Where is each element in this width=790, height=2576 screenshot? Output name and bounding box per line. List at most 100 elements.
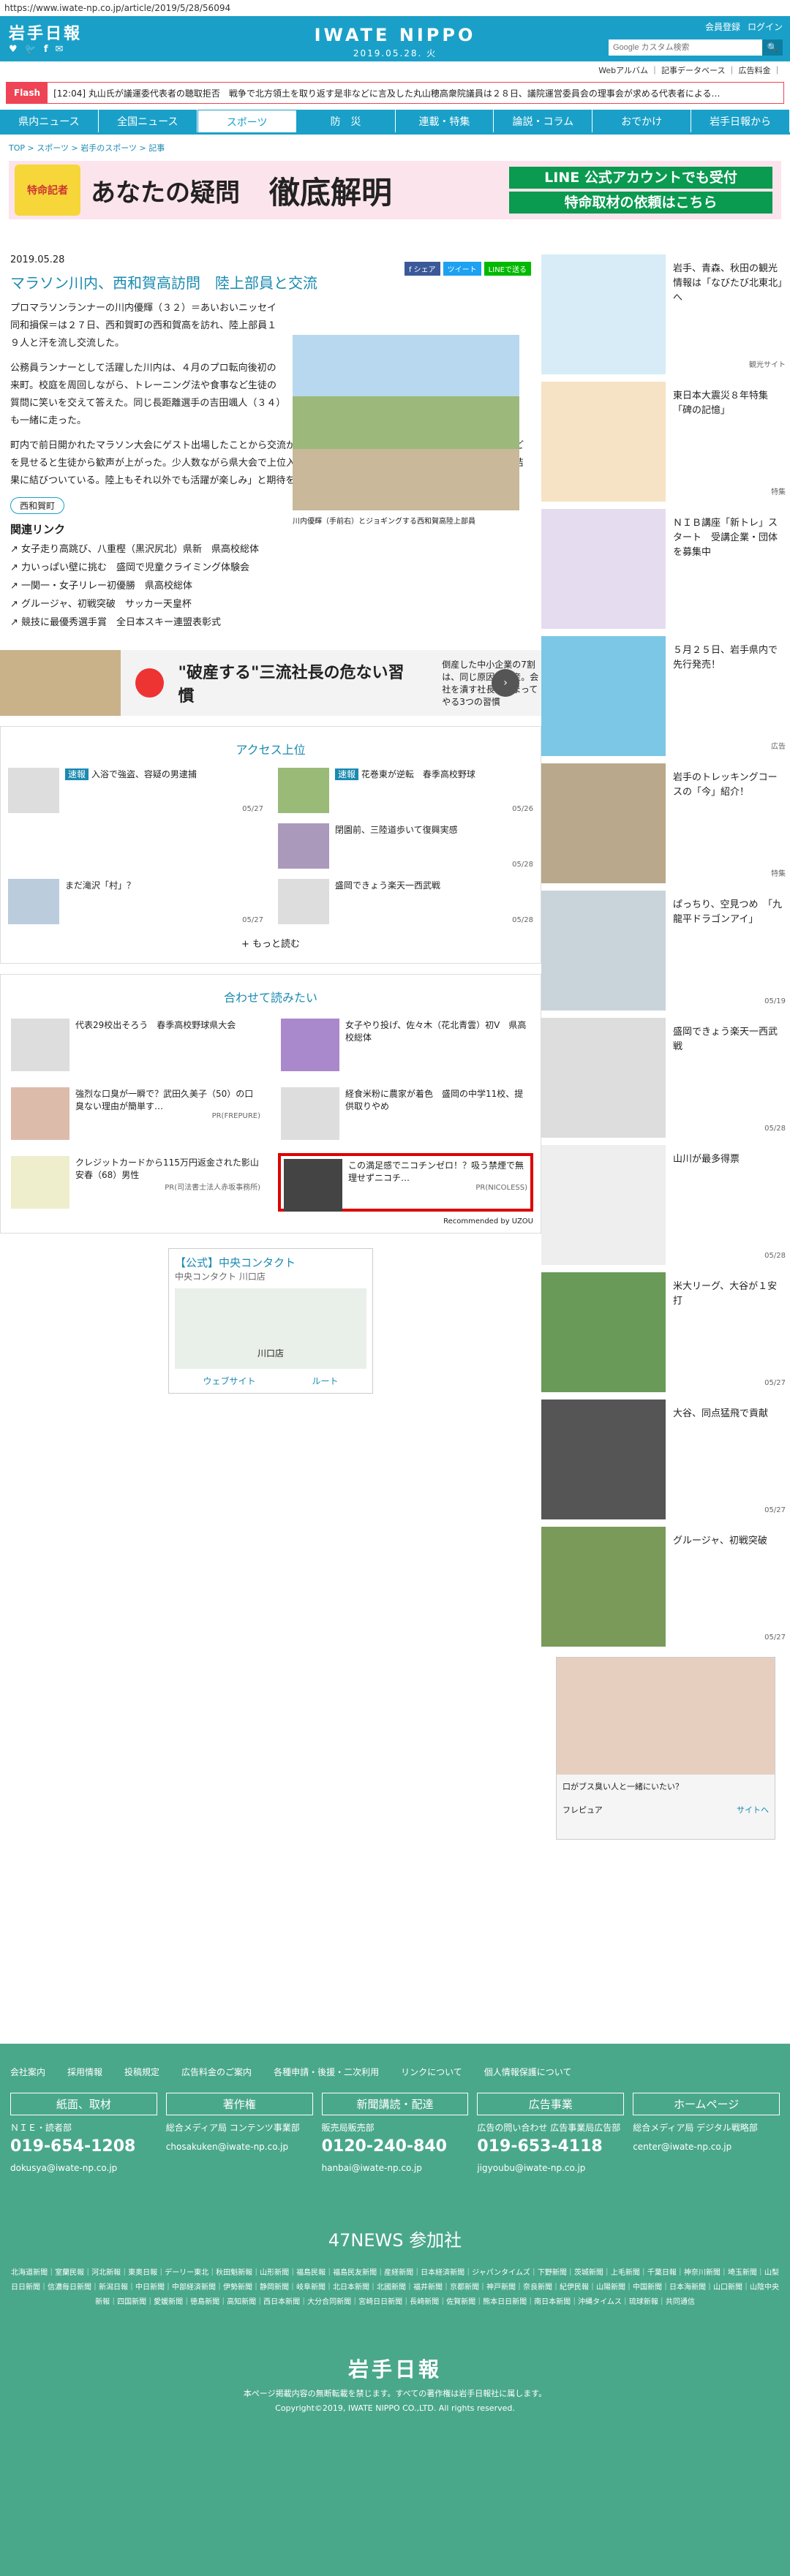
ranking-title: 花巻東が逆転 春季高校野球 xyxy=(361,769,475,779)
footer-link[interactable]: 投稿規定 xyxy=(124,2066,159,2078)
sidebar-text: 東日本大震災８年特集「碑の記憶」 xyxy=(673,390,769,416)
recommend-item[interactable]: 経食米粉に農家が着色 盛岡の中学11校、提供取りやめ xyxy=(278,1084,533,1143)
flash-news[interactable]: Flash [12:04] 丸山氏が議運委代表者の聴取拒否 戦争で北方領土を取り… xyxy=(6,82,784,104)
sidebar-item[interactable]: 米大リーグ、大谷が１安打 05/27 xyxy=(541,1272,790,1392)
ranking-date: 05/28 xyxy=(512,861,533,869)
footer-logo[interactable]: 岩手日報 xyxy=(0,2354,790,2383)
sidebar-item[interactable]: 岩手のトレッキングコースの「今」紹介！ 特集 xyxy=(541,763,790,883)
website-button[interactable]: ウェブサイト xyxy=(203,1375,255,1387)
phone-number[interactable]: 019-653-4118 xyxy=(477,2137,624,2156)
footer-link[interactable]: 各種申請・後援・二次利用 xyxy=(274,2066,379,2078)
recommend-item[interactable]: 女子やり投げ、佐々木（花北青雲）初V 県高校総体 xyxy=(278,1016,533,1074)
map-ad[interactable]: 【公式】中央コンタクト 中央コンタクト 川口店 川口店 ウェブサイト ルート xyxy=(168,1248,373,1394)
ranking-item[interactable]: まだ滝沢「村」？ 05/27 xyxy=(8,879,263,924)
sidebar-item[interactable]: 東日本大震災８年特集「碑の記憶」 特集 xyxy=(541,382,790,502)
news47-heading[interactable]: 47NEWS 参加社 xyxy=(0,2226,790,2251)
related-link[interactable]: 一関一・女子リレー初優勝 県高校総体 xyxy=(10,578,531,592)
breadcrumb[interactable]: TOP > スポーツ > 岩手のスポーツ > 記事 xyxy=(0,135,790,161)
email-link[interactable]: center@iwate-np.co.jp xyxy=(633,2140,780,2153)
promo-banner[interactable]: 特命記者 あなたの疑問 徹底解明 LINE 公式アカウントでも受付 特命取材の依… xyxy=(9,161,781,219)
related-link[interactable]: 競技に最優秀選手賞 全日本スキー連盟表彰式 xyxy=(10,614,531,628)
facebook-share-button[interactable]: f シェア xyxy=(404,262,440,276)
footer-link[interactable]: 個人情報保護について xyxy=(484,2066,572,2078)
chevron-right-icon[interactable]: › xyxy=(492,669,519,697)
flash-text[interactable]: [12:04] 丸山氏が議運委代表者の聴取拒否 戦争で北方領土を取り返す是非など… xyxy=(48,87,720,99)
sidebar-ad[interactable]: 口がブス臭い人と一緒にいたい？ フレピュア サイトへ xyxy=(556,1657,775,1840)
banner-line-button[interactable]: LINE 公式アカウントでも受付 xyxy=(509,167,772,189)
ad-banner[interactable]: "破産する"三流社長の危ない習慣 倒産した中小企業の7割は、同じ原因で倒産。会社… xyxy=(0,650,541,716)
sidebar-item[interactable]: 大谷、同点猛飛で貢献 05/27 xyxy=(541,1400,790,1519)
route-button[interactable]: ルート xyxy=(312,1375,338,1387)
ranking-item[interactable]: 盛岡できょう楽天一西武戦 05/28 xyxy=(278,879,533,924)
search-input[interactable] xyxy=(609,39,762,56)
register-link[interactable]: 会員登録 xyxy=(705,20,740,33)
footer-col-text: 販売局販売部 xyxy=(321,2123,375,2133)
email-link[interactable]: jigyoubu@iwate-np.co.jp xyxy=(477,2161,624,2175)
ranking-item[interactable]: 速報 入浴で強盗、容疑の男逮捕 05/27 xyxy=(8,768,263,813)
powered-by[interactable]: Recommended by UZOU xyxy=(8,1217,533,1225)
line-share-button[interactable]: LINEで送る xyxy=(484,262,531,276)
footer-link[interactable]: 採用情報 xyxy=(67,2066,102,2078)
nav-from-nippo[interactable]: 岩手日報から xyxy=(691,110,790,132)
url-bar[interactable]: https://www.iwate-np.co.jp/article/2019/… xyxy=(0,0,790,16)
ranking-title: 入浴で強盗、容疑の男逮捕 xyxy=(91,769,197,779)
footer-link[interactable]: リンクについて xyxy=(401,2066,462,2078)
related-link[interactable]: 力いっぱい壁に挑む 盛岡で児童クライミング体験会 xyxy=(10,559,531,573)
sidebar-date: 05/27 xyxy=(764,1506,786,1514)
related-link[interactable]: 女子走り高跳び、八重樫（黒沢尻北）県新 県高校総体 xyxy=(10,541,531,555)
sidebar-item[interactable]: 岩手、青森、秋田の観光情報は「なびたび北東北」へ 観光サイト xyxy=(541,254,790,374)
related-link[interactable]: グルージャ、初戦突破 サッカー天皇杯 xyxy=(10,596,531,610)
banner-request-button[interactable]: 特命取材の依頼はこちら xyxy=(509,192,772,214)
login-link[interactable]: ログイン xyxy=(748,20,783,33)
footer-link[interactable]: 会社案内 xyxy=(10,2066,45,2078)
more-button[interactable]: + もっと読む xyxy=(8,936,533,950)
site-header: 岩手日報 ♥ 🐦 f ✉ IWATE NIPPO 2019.05.28. 火 会… xyxy=(0,16,790,61)
ranking-item[interactable]: 閉園前、三陸道歩いて復興実感 05/28 xyxy=(278,823,533,869)
news47-members[interactable]: 北海道新聞｜室蘭民報｜河北新報｜東奥日報｜デーリー東北｜秋田魁新報｜山形新聞｜福… xyxy=(0,2251,790,2324)
ad-site-link[interactable]: サイトへ xyxy=(737,1804,769,1816)
thumbnail xyxy=(11,1019,69,1071)
search-button[interactable]: 🔍 xyxy=(762,39,783,56)
nav-outing[interactable]: おでかけ xyxy=(592,110,692,132)
phone-number[interactable]: 0120-240-840 xyxy=(322,2137,469,2156)
ad-title[interactable]: "破産する"三流社長の危ない習慣 xyxy=(178,660,413,706)
recommend-item-highlighted[interactable]: この満足感でニコチンゼロ！？吸う禁煙で無理せずニコチ… PR(NICOLESS) xyxy=(278,1153,533,1212)
nav-local[interactable]: 県内ニュース xyxy=(0,110,99,132)
account-links: 会員登録 ログイン xyxy=(705,20,783,33)
nav-editorial[interactable]: 論説・コラム xyxy=(494,110,593,132)
article-tag[interactable]: 西和賀町 xyxy=(10,497,65,514)
ranking-item[interactable]: 速報 花巻東が逆転 春季高校野球 05/26 xyxy=(278,768,533,813)
banner-text: あなたの疑問 xyxy=(91,178,240,208)
sidebar-item[interactable]: 盛岡できょう楽天一西武戦 05/28 xyxy=(541,1018,790,1138)
recommend-item[interactable]: 強烈な口臭が一瞬で？武田久美子（50）の口臭ない理由が簡単す… PR(FREPUR… xyxy=(8,1084,263,1143)
nav-disaster[interactable]: 防 災 xyxy=(296,110,396,132)
sidebar-item[interactable]: ＮＩＢ講座「新トレ」スタート 受講企業・団体を募集中 xyxy=(541,509,790,629)
sidebar-image xyxy=(541,1400,666,1519)
recommend-item[interactable]: 代表29校出そろう 春季高校野球県大会 xyxy=(8,1016,263,1074)
email-link[interactable]: chosakuken@iwate-np.co.jp xyxy=(166,2140,313,2153)
nav-sports[interactable]: スポーツ xyxy=(197,110,297,132)
nav-series[interactable]: 連載・特集 xyxy=(395,110,494,132)
sidebar-item[interactable]: 山川が最多得票 05/28 xyxy=(541,1145,790,1265)
nav-national[interactable]: 全国ニュース xyxy=(98,110,198,132)
ad2-title[interactable]: 【公式】中央コンタクト xyxy=(175,1255,366,1270)
recommend-item[interactable]: クレジットカードから115万円返金された影山安春（68）男性 PR(司法書士法人赤… xyxy=(8,1153,263,1212)
sidebar-item[interactable]: ぱっちり、空見つめ 「九龍平ドラゴンアイ」 05/19 xyxy=(541,891,790,1011)
email-link[interactable]: dokusya@iwate-np.co.jp xyxy=(10,2161,157,2175)
sidebar-item[interactable]: ５月２５日、岩手県内で先行発売！ 広告 xyxy=(541,636,790,756)
email-link[interactable]: hanbai@iwate-np.co.jp xyxy=(322,2161,469,2175)
banner-cta[interactable]: LINE 公式アカウントでも受付 特命取材の依頼はこちら xyxy=(509,167,772,216)
sidebar-item[interactable]: グルージャ、初戦突破 05/27 xyxy=(541,1527,790,1647)
tweet-button[interactable]: ツイート xyxy=(443,262,481,276)
footer-col-text: ＮＩＥ・読者部 xyxy=(10,2123,72,2133)
map-image[interactable]: 川口店 xyxy=(175,1288,366,1369)
footer-link[interactable]: 広告料金のご案内 xyxy=(181,2066,252,2078)
thumbnail xyxy=(278,879,329,924)
phone-number[interactable]: 019-654-1208 xyxy=(10,2137,157,2156)
pr-label: PR(司法書士法人赤坂事務所) xyxy=(165,1184,260,1192)
ad-text[interactable]: 口がブス臭い人と一緒にいたい？ xyxy=(557,1775,775,1798)
ad2-sub: 中央コンタクト 川口店 xyxy=(175,1272,266,1282)
thumbnail xyxy=(278,823,329,869)
article-photo[interactable] xyxy=(293,335,519,510)
sub-links[interactable]: Webアルバム ｜ 記事データベース ｜ 広告料金 ｜ xyxy=(0,61,790,78)
